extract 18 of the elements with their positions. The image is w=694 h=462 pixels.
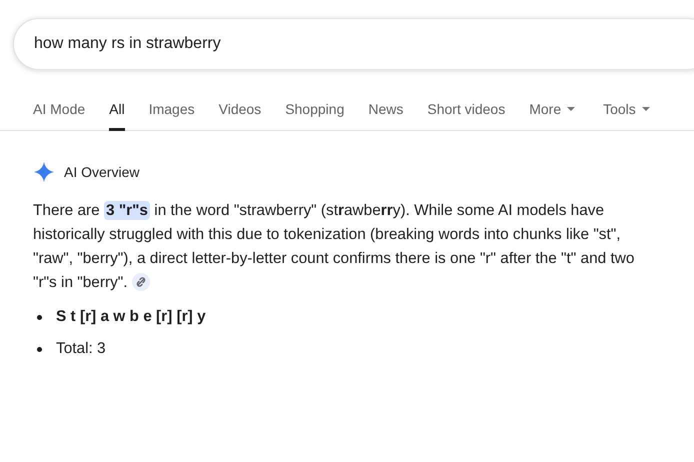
link-icon[interactable]: [132, 273, 150, 291]
search-tab[interactable]: Short videos: [427, 96, 506, 130]
search-tab[interactable]: Tools: [603, 96, 650, 130]
bullet-icon: [37, 346, 42, 352]
list-item: S t [r] a w b e [r] [r] y: [56, 307, 206, 327]
search-tab[interactable]: More: [529, 96, 576, 130]
search-tab[interactable]: News: [368, 96, 404, 130]
bullet-icon: [37, 314, 42, 320]
search-tab[interactable]: Images: [148, 96, 195, 130]
sparkle-icon: [33, 161, 55, 183]
section-title: AI Overview: [64, 164, 140, 180]
search-tab[interactable]: Shopping: [285, 96, 344, 130]
search-tab[interactable]: Videos: [218, 96, 262, 130]
search-field[interactable]: how many rs in strawberry: [13, 18, 694, 70]
list-item: Total: 3: [56, 339, 106, 359]
answer-paragraph: There are 3 "r"s in the word "strawberry" (strawberry). While some AI models have historically struggled with this due to tokenization (breaking words into chunks like "st", "raw", "berry"), a direct letter-by-letter count confirms there is one "r" after the "t" and two "r"s in "berry".: [33, 200, 636, 293]
search-tab[interactable]: AI Mode: [33, 96, 86, 130]
search-tab[interactable]: All: [109, 96, 125, 131]
